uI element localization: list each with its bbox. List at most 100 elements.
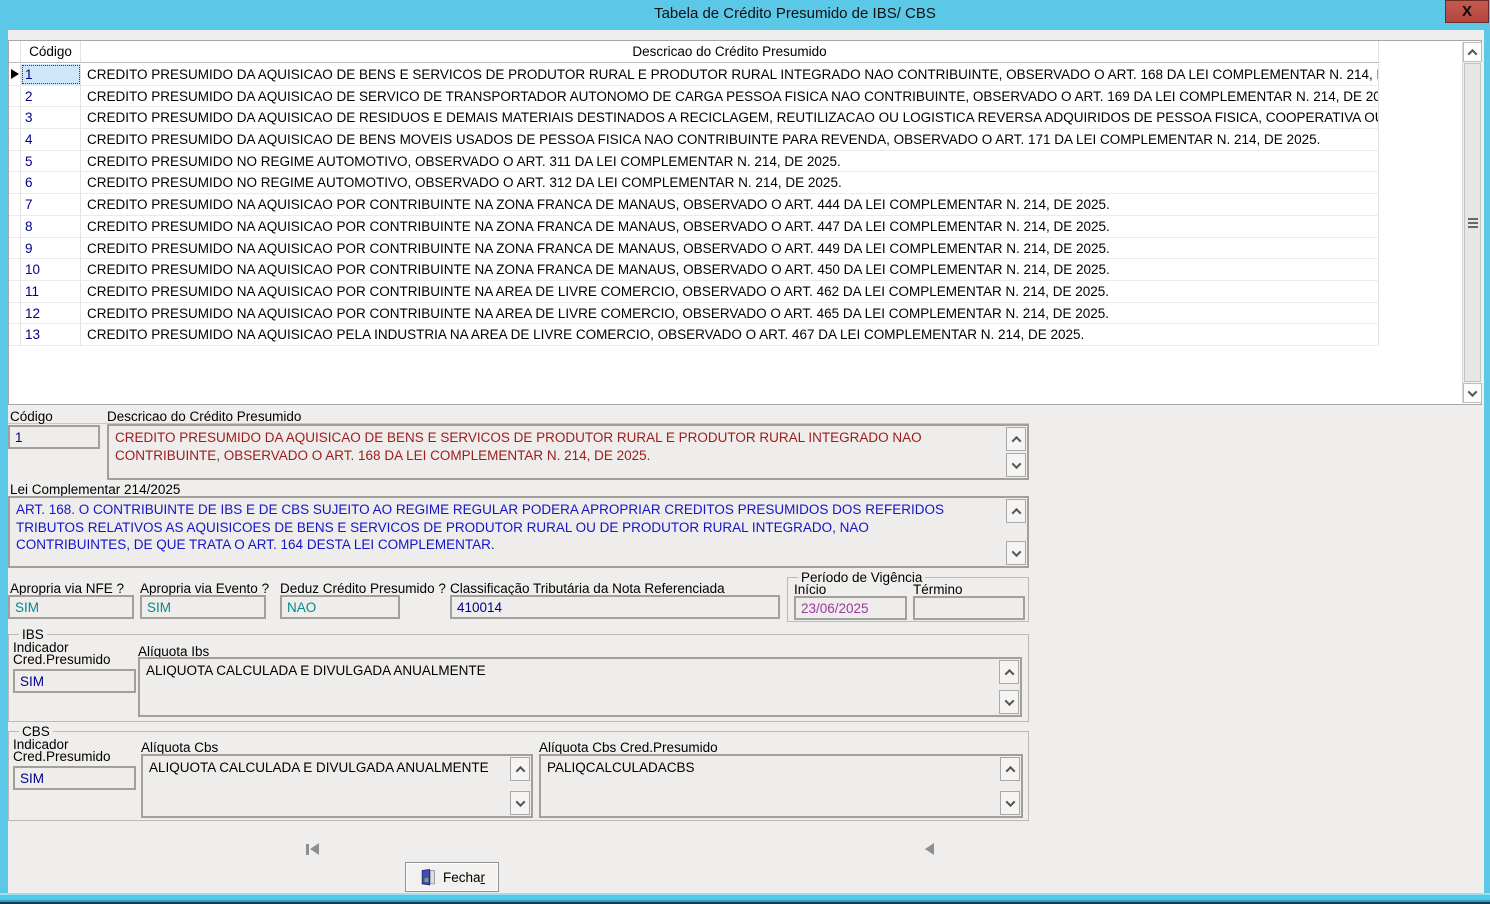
row-description-cell[interactable]: CREDITO PRESUMIDO NA AQUISICAO POR CONTR… bbox=[81, 194, 1379, 215]
row-code-cell[interactable]: 2 bbox=[21, 86, 81, 107]
scroll-down-button[interactable] bbox=[510, 791, 530, 815]
scroll-down-button[interactable] bbox=[1006, 541, 1026, 565]
column-header-codigo[interactable]: Código bbox=[21, 41, 81, 62]
table-row[interactable]: 12CREDITO PRESUMIDO NA AQUISICAO POR CON… bbox=[9, 303, 1379, 325]
scroll-down-button[interactable] bbox=[1000, 791, 1020, 815]
table-row[interactable]: 9CREDITO PRESUMIDO NA AQUISICAO POR CONT… bbox=[9, 238, 1379, 260]
table-row[interactable]: 3CREDITO PRESUMIDO DA AQUISICAO DE RESID… bbox=[9, 107, 1379, 129]
fechar-button[interactable]: Fechar bbox=[405, 862, 499, 892]
chevron-down-icon bbox=[1468, 387, 1478, 397]
table-vertical-scrollbar[interactable] bbox=[1462, 42, 1482, 403]
descricao-scrollbar[interactable] bbox=[1006, 427, 1026, 477]
credit-table: Código Descricao do Crédito Presumido 1C… bbox=[8, 40, 1482, 405]
chevron-down-icon bbox=[1011, 459, 1021, 469]
row-description-cell[interactable]: CREDITO PRESUMIDO DA AQUISICAO DE BENS M… bbox=[81, 129, 1379, 150]
row-indicator-cell bbox=[9, 216, 21, 237]
row-description-cell[interactable]: CREDITO PRESUMIDO NA AQUISICAO POR CONTR… bbox=[81, 281, 1379, 302]
aliquota-cbs-label: Alíquota Cbs bbox=[141, 740, 218, 755]
classificacao-label: Classificação Tributária da Nota Referen… bbox=[450, 581, 725, 596]
table-row[interactable]: 8CREDITO PRESUMIDO NA AQUISICAO POR CONT… bbox=[9, 216, 1379, 238]
nav-first-record-icon[interactable] bbox=[306, 843, 319, 855]
row-code-cell[interactable]: 9 bbox=[21, 238, 81, 259]
inicio-field[interactable]: 23/06/2025 bbox=[794, 596, 907, 620]
row-description-cell[interactable]: CREDITO PRESUMIDO DA AQUISICAO DE SERVIC… bbox=[81, 86, 1379, 107]
row-description-cell[interactable]: CREDITO PRESUMIDO DA AQUISICAO DE BENS E… bbox=[81, 64, 1379, 85]
table-row[interactable]: 4CREDITO PRESUMIDO DA AQUISICAO DE BENS … bbox=[9, 129, 1379, 151]
row-code-cell[interactable]: 6 bbox=[21, 172, 81, 193]
scroll-down-button[interactable] bbox=[999, 690, 1019, 714]
table-body: 1CREDITO PRESUMIDO DA AQUISICAO DE BENS … bbox=[9, 64, 1379, 346]
table-row[interactable]: 1CREDITO PRESUMIDO DA AQUISICAO DE BENS … bbox=[9, 64, 1379, 86]
table-row[interactable]: 2CREDITO PRESUMIDO DA AQUISICAO DE SERVI… bbox=[9, 86, 1379, 108]
row-code-cell[interactable]: 1 bbox=[21, 64, 81, 85]
ibs-indicador-label-2: Cred.Presumido bbox=[13, 652, 111, 667]
row-code-cell[interactable]: 13 bbox=[21, 324, 81, 345]
row-code-cell[interactable]: 5 bbox=[21, 151, 81, 172]
scroll-down-button[interactable] bbox=[1006, 453, 1026, 477]
apropria-evento-label: Apropria via Evento ? bbox=[140, 581, 269, 596]
scroll-up-button[interactable] bbox=[1000, 757, 1020, 781]
row-description-cell[interactable]: CREDITO PRESUMIDO NA AQUISICAO POR CONTR… bbox=[81, 216, 1379, 237]
row-description-cell[interactable]: CREDITO PRESUMIDO NA AQUISICAO PELA INDU… bbox=[81, 324, 1379, 345]
scroll-down-button[interactable] bbox=[1463, 383, 1482, 403]
column-header-descricao[interactable]: Descricao do Crédito Presumido bbox=[81, 41, 1379, 62]
row-code-cell[interactable]: 8 bbox=[21, 216, 81, 237]
chevron-down-icon bbox=[1005, 797, 1015, 807]
chevron-down-icon bbox=[1004, 696, 1014, 706]
close-button[interactable]: X bbox=[1445, 0, 1489, 23]
table-row[interactable]: 5CREDITO PRESUMIDO NO REGIME AUTOMOTIVO,… bbox=[9, 151, 1379, 173]
row-description-cell[interactable]: CREDITO PRESUMIDO DA AQUISICAO DE RESIDU… bbox=[81, 107, 1379, 128]
termino-field[interactable] bbox=[913, 596, 1025, 620]
row-description-cell[interactable]: CREDITO PRESUMIDO NA AQUISICAO POR CONTR… bbox=[81, 303, 1379, 324]
row-code-cell[interactable]: 12 bbox=[21, 303, 81, 324]
row-code-cell[interactable]: 11 bbox=[21, 281, 81, 302]
row-indicator-cell bbox=[9, 281, 21, 302]
descricao-label: Descricao do Crédito Presumido bbox=[107, 409, 301, 424]
cbs-indicador-label-2: Cred.Presumido bbox=[13, 749, 111, 764]
page-title: Tabela de Crédito Presumido de IBS/ CBS bbox=[554, 0, 936, 22]
table-row[interactable]: 6CREDITO PRESUMIDO NO REGIME AUTOMOTIVO,… bbox=[9, 172, 1379, 194]
chevron-up-icon bbox=[1005, 765, 1015, 775]
aliquota-ibs-scrollbar[interactable] bbox=[999, 660, 1019, 714]
row-description-cell[interactable]: CREDITO PRESUMIDO NO REGIME AUTOMOTIVO, … bbox=[81, 172, 1379, 193]
fechar-button-label: Fechar bbox=[443, 870, 485, 885]
row-indicator-cell bbox=[9, 194, 21, 215]
aliquota-cbs-scrollbar[interactable] bbox=[510, 757, 530, 815]
table-row[interactable]: 7CREDITO PRESUMIDO NA AQUISICAO POR CONT… bbox=[9, 194, 1379, 216]
aliquota-ibs-field[interactable]: ALIQUOTA CALCULADA E DIVULGADA ANUALMENT… bbox=[138, 657, 1022, 717]
lei-scrollbar[interactable] bbox=[1006, 499, 1026, 565]
scroll-up-button[interactable] bbox=[510, 757, 530, 781]
aliquota-cbs-field[interactable]: ALIQUOTA CALCULADA E DIVULGADA ANUALMENT… bbox=[141, 754, 533, 818]
scroll-up-button[interactable] bbox=[1006, 499, 1026, 523]
aliquota-cbs-cred-scrollbar[interactable] bbox=[1000, 757, 1020, 815]
row-code-cell[interactable]: 3 bbox=[21, 107, 81, 128]
termino-label: Término bbox=[913, 582, 963, 597]
codigo-field[interactable]: 1 bbox=[8, 425, 100, 449]
apropria-nfe-field[interactable]: SIM bbox=[8, 595, 134, 619]
row-code-cell[interactable]: 10 bbox=[21, 259, 81, 280]
table-row[interactable]: 13CREDITO PRESUMIDO NA AQUISICAO PELA IN… bbox=[9, 324, 1379, 346]
deduz-field[interactable]: NAO bbox=[280, 595, 400, 619]
classificacao-field[interactable]: 410014 bbox=[450, 595, 780, 619]
table-row[interactable]: 11CREDITO PRESUMIDO NA AQUISICAO POR CON… bbox=[9, 281, 1379, 303]
row-code-cell[interactable]: 4 bbox=[21, 129, 81, 150]
aliquota-cbs-cred-field[interactable]: PALIQCALCULADACBS bbox=[539, 754, 1023, 818]
scroll-up-button[interactable] bbox=[1463, 42, 1482, 62]
ibs-indicador-field[interactable]: SIM bbox=[13, 669, 136, 693]
row-description-cell[interactable]: CREDITO PRESUMIDO NO REGIME AUTOMOTIVO, … bbox=[81, 151, 1379, 172]
chevron-up-icon bbox=[1468, 48, 1478, 58]
scroll-up-button[interactable] bbox=[999, 660, 1019, 684]
row-code-cell[interactable]: 7 bbox=[21, 194, 81, 215]
chevron-up-icon bbox=[1011, 507, 1021, 517]
nav-prior-record-icon[interactable] bbox=[925, 843, 934, 855]
lei-field[interactable]: ART. 168. O CONTRIBUINTE DE IBS E DE CBS… bbox=[8, 496, 1029, 568]
scroll-up-button[interactable] bbox=[1006, 427, 1026, 451]
row-description-cell[interactable]: CREDITO PRESUMIDO NA AQUISICAO POR CONTR… bbox=[81, 238, 1379, 259]
chevron-up-icon bbox=[515, 765, 525, 775]
row-description-cell[interactable]: CREDITO PRESUMIDO NA AQUISICAO POR CONTR… bbox=[81, 259, 1379, 280]
scrollbar-thumb[interactable] bbox=[1464, 63, 1481, 382]
apropria-evento-field[interactable]: SIM bbox=[140, 595, 266, 619]
table-row[interactable]: 10CREDITO PRESUMIDO NA AQUISICAO POR CON… bbox=[9, 259, 1379, 281]
cbs-indicador-field[interactable]: SIM bbox=[13, 766, 136, 790]
descricao-field[interactable]: CREDITO PRESUMIDO DA AQUISICAO DE BENS E… bbox=[107, 424, 1029, 480]
